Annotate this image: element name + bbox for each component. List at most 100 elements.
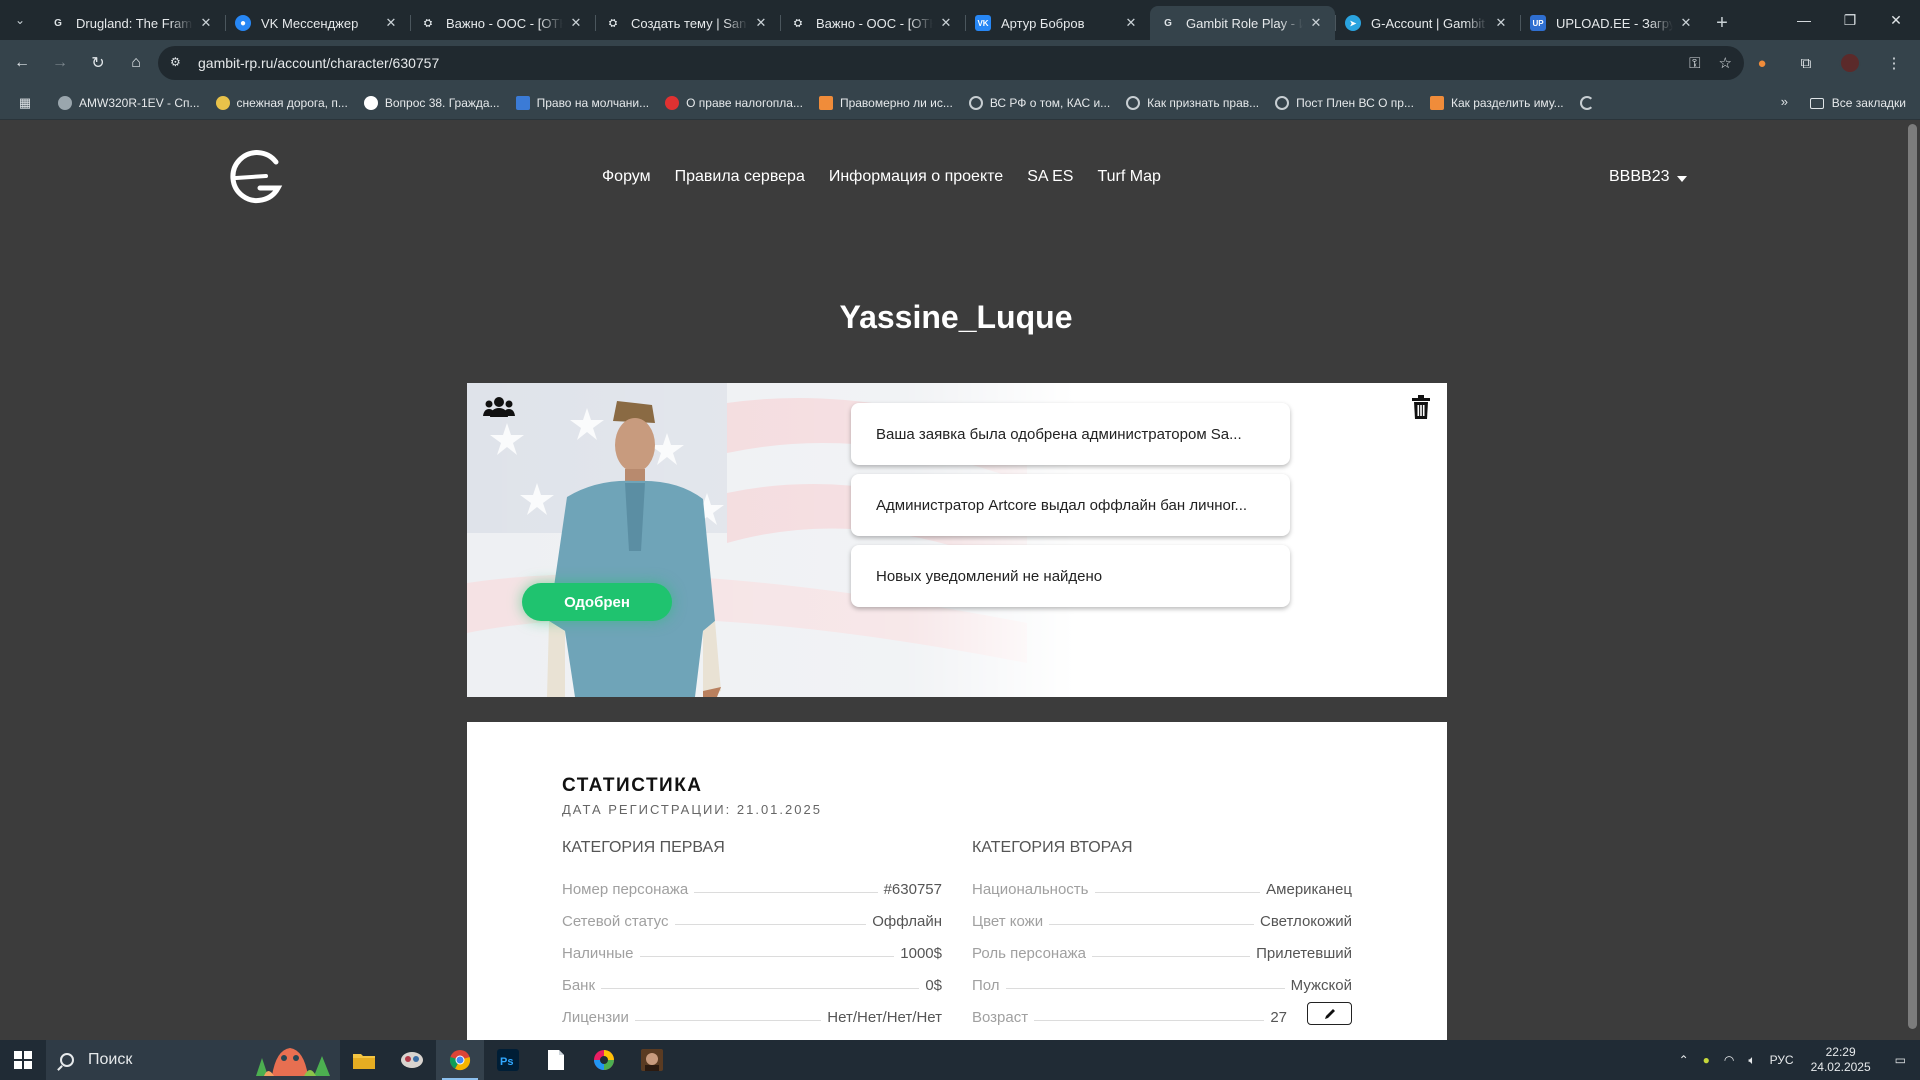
character-name: Yassine_Luque: [839, 299, 1073, 335]
photoshop-icon[interactable]: Ps: [484, 1040, 532, 1080]
taskbar-search[interactable]: Поиск: [46, 1040, 340, 1080]
file-explorer-icon[interactable]: [340, 1040, 388, 1080]
bookmarks-bar: ▦ AMW320R-1EV - Сп... снежная дорога, п.…: [0, 86, 1920, 120]
wifi-icon[interactable]: ◠: [1717, 1053, 1741, 1067]
site-info-icon[interactable]: ⚙: [170, 55, 186, 71]
gambit-logo-icon[interactable]: [226, 148, 286, 208]
username: BBBB23: [1609, 168, 1670, 185]
reload-icon[interactable]: ↻: [82, 47, 114, 79]
tab-close-icon[interactable]: ✕: [382, 15, 400, 31]
browser-tab[interactable]: ➤ G-Account | Gambit F ✕: [1335, 6, 1520, 40]
chevron-up-icon[interactable]: ⌃: [1672, 1053, 1696, 1067]
stat-row: Номер персонажа #630757: [562, 881, 942, 898]
browser-tab[interactable]: ⛭ Важно - ООС - [ОТК ✕: [410, 6, 595, 40]
apps-grid-icon[interactable]: ▦: [0, 95, 50, 111]
extensions-puzzle-icon[interactable]: ⧉: [1790, 47, 1822, 79]
tab-close-icon[interactable]: ✕: [1307, 15, 1325, 31]
browser-tab-active[interactable]: G Gambit Role Play - И ✕: [1150, 6, 1335, 40]
edit-age-button[interactable]: [1307, 1002, 1352, 1025]
more-bookmarks-chevron-icon[interactable]: »: [1781, 94, 1788, 109]
scrollbar-thumb[interactable]: [1908, 124, 1917, 1029]
color-app-icon[interactable]: [580, 1040, 628, 1080]
browser-tab[interactable]: ⛭ Важно - ООС - [ОТК ✕: [780, 6, 965, 40]
bookmark-item[interactable]: Как признать прав...: [1118, 90, 1267, 116]
trash-icon[interactable]: [1411, 395, 1431, 419]
tab-search-button[interactable]: ⌄: [0, 0, 40, 40]
bookmark-favicon-icon: [1429, 95, 1444, 110]
main-nav: Форум Правила сервера Информация о проек…: [602, 168, 1161, 186]
tab-title: UPLOAD.EE - Загрузк: [1556, 15, 1673, 31]
category-second-title: КАТЕГОРИЯ ВТОРАЯ: [972, 839, 1133, 856]
tab-close-icon[interactable]: ✕: [567, 15, 585, 31]
notification-card[interactable]: Новых уведомлений не найдено: [851, 545, 1290, 607]
browser-tab[interactable]: ● VK Мессенджер ✕: [225, 6, 410, 40]
browser-tab[interactable]: ⛭ Создать тему | San A ✕: [595, 6, 780, 40]
menu-kebab-icon[interactable]: ⋮: [1878, 47, 1910, 79]
back-arrow-icon[interactable]: ←: [6, 47, 38, 79]
bookmark-star-icon[interactable]: ☆: [1719, 54, 1732, 72]
language-indicator[interactable]: РУС: [1763, 1053, 1801, 1067]
window-controls: — ❐ ✕: [1781, 0, 1919, 40]
bookmark-item[interactable]: Пост Плен ВС О пр...: [1267, 90, 1422, 116]
notification-card[interactable]: Администратор Artcore выдал оффлайн бан …: [851, 474, 1290, 536]
nav-sa-es-link[interactable]: SA ES: [1027, 168, 1073, 186]
password-key-icon[interactable]: ⚿: [1689, 55, 1700, 72]
tab-title: Drugland: The Fram' (: [76, 15, 193, 31]
tab-close-icon[interactable]: ✕: [752, 15, 770, 31]
bookmark-item[interactable]: [1572, 90, 1609, 116]
close-window-icon[interactable]: ✕: [1873, 0, 1919, 40]
tray-app-icon[interactable]: ●: [1696, 1053, 1717, 1067]
browser-toolbar: ← → ↻ ⌂ ⚙ gambit-rp.ru/account/character…: [0, 40, 1920, 86]
restore-icon[interactable]: ❐: [1827, 0, 1873, 40]
url-text[interactable]: gambit-rp.ru/account/character/630757: [198, 55, 439, 71]
site-header: Форум Правила сервера Информация о проек…: [0, 120, 1905, 240]
tab-close-icon[interactable]: ✕: [197, 15, 215, 31]
all-bookmarks-button[interactable]: Все закладки: [1809, 90, 1906, 116]
tab-close-icon[interactable]: ✕: [1492, 15, 1510, 31]
forward-arrow-icon[interactable]: →: [44, 47, 76, 79]
document-icon[interactable]: [532, 1040, 580, 1080]
extension-icon[interactable]: ●: [1746, 47, 1778, 79]
nav-turf-map-link[interactable]: Turf Map: [1097, 168, 1160, 186]
new-tab-button[interactable]: +: [1705, 6, 1739, 40]
tab-close-icon[interactable]: ✕: [937, 15, 955, 31]
bookmark-item[interactable]: снежная дорога, п...: [208, 90, 356, 116]
minimize-icon[interactable]: —: [1781, 0, 1827, 40]
bookmark-favicon-icon: [58, 95, 72, 110]
bookmark-item[interactable]: О праве налогопла...: [657, 90, 811, 116]
notifications-icon[interactable]: ▭: [1881, 1053, 1920, 1067]
page-scrollbar[interactable]: [1905, 120, 1920, 1040]
home-icon[interactable]: ⌂: [120, 47, 152, 79]
tab-close-icon[interactable]: ✕: [1677, 15, 1695, 31]
game-icon[interactable]: [628, 1040, 676, 1080]
stat-row: Национальность Американец: [972, 881, 1352, 898]
volume-icon[interactable]: 🔈︎: [1741, 1053, 1762, 1068]
browser-tab[interactable]: UP UPLOAD.EE - Загрузк ✕: [1520, 6, 1705, 40]
category-first-list: Номер персонажа #630757 Сетевой статус Офф…: [562, 866, 942, 1026]
nav-forum-link[interactable]: Форум: [602, 168, 651, 186]
notification-card[interactable]: Ваша заявка была одобрена администраторо…: [851, 403, 1290, 465]
forum-favicon-icon: ⛭: [794, 17, 802, 29]
tab-close-icon[interactable]: ✕: [1122, 15, 1140, 31]
start-button[interactable]: [0, 1040, 46, 1080]
browser-tab[interactable]: G Drugland: The Fram' ( ✕: [40, 6, 225, 40]
browser-tab-bar: ⌄ G Drugland: The Fram' ( ✕ ● VK Мессенд…: [0, 0, 1920, 40]
bookmark-item[interactable]: Как разделить иму...: [1422, 90, 1572, 116]
bookmark-favicon-icon: [665, 95, 680, 110]
app-icon[interactable]: [388, 1040, 436, 1080]
browser-tab[interactable]: VK Артур Бобров ✕: [965, 6, 1150, 40]
bookmark-item[interactable]: Право на молчани...: [508, 90, 658, 116]
user-menu[interactable]: BBBB23: [1609, 168, 1688, 186]
bookmark-item[interactable]: AMW320R-1EV - Сп...: [50, 90, 208, 116]
profile-avatar[interactable]: [1834, 47, 1866, 79]
clock[interactable]: 22:29 24.02.2025: [1801, 1045, 1881, 1075]
address-bar[interactable]: ⚙ gambit-rp.ru/account/character/630757 …: [158, 46, 1744, 80]
gambit-favicon-icon: [1579, 95, 1594, 110]
nav-rules-link[interactable]: Правила сервера: [675, 168, 805, 186]
chrome-icon[interactable]: [436, 1040, 484, 1080]
bookmark-item[interactable]: Вопрос 38. Гражда...: [356, 90, 508, 116]
bookmark-item[interactable]: ВС РФ о том, КАС и...: [961, 90, 1118, 116]
bookmark-item[interactable]: Правомерно ли ис...: [811, 90, 961, 116]
nav-project-info-link[interactable]: Информация о проекте: [829, 168, 1003, 186]
folder-icon: [1809, 97, 1824, 109]
